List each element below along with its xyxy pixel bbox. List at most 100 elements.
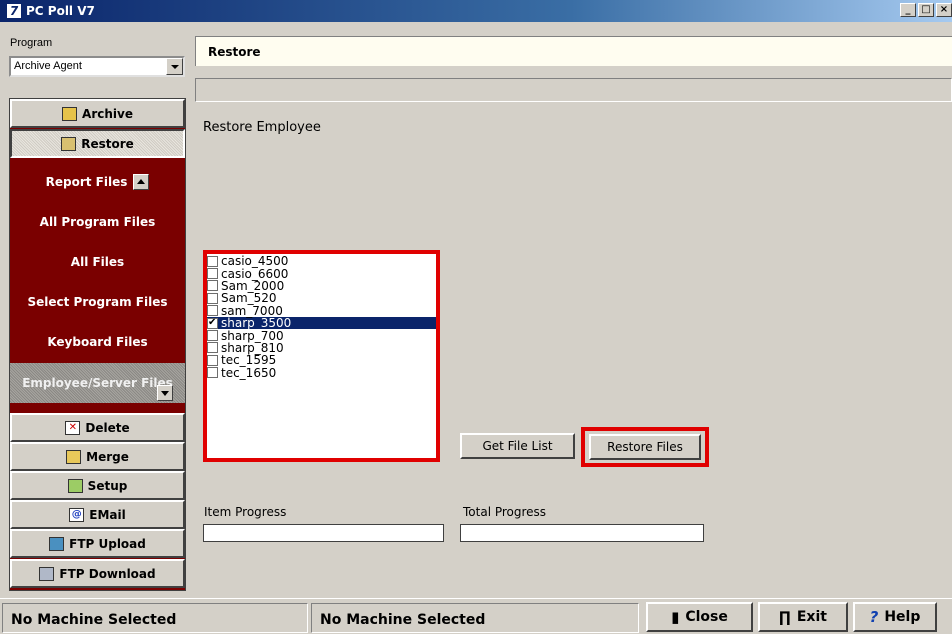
ftp-upload-button[interactable]: FTP Upload — [10, 529, 185, 558]
exit-icon: ∏ — [779, 608, 791, 626]
list-item[interactable]: sharp_3500 — [207, 316, 436, 331]
file-checkbox[interactable] — [207, 354, 218, 366]
all-files-item[interactable]: All Files — [10, 247, 185, 277]
email-button[interactable]: @ EMail — [10, 500, 185, 529]
file-checkbox[interactable] — [207, 268, 218, 280]
minimize-button[interactable]: _ — [900, 3, 916, 17]
delete-button[interactable]: ✕ Delete — [10, 413, 185, 442]
section-title: Restore Employee — [203, 120, 321, 135]
ftp-download-label: FTP Download — [59, 566, 156, 581]
merge-button[interactable]: Merge — [10, 442, 185, 471]
chevron-down-icon[interactable] — [166, 58, 183, 75]
list-item[interactable]: sam_7000 — [207, 305, 436, 317]
toolbar-bar — [195, 78, 952, 102]
ftp-upload-icon — [49, 536, 65, 551]
program-label: Program — [10, 37, 53, 49]
maximize-button[interactable]: □ — [918, 3, 934, 17]
delete-label: Delete — [85, 420, 130, 435]
keyboard-files-item[interactable]: Keyboard Files — [10, 327, 185, 357]
restore-files-label: Restore Files — [607, 440, 683, 454]
program-select[interactable]: Archive Agent — [9, 56, 185, 77]
help-button[interactable]: ? Help — [853, 602, 937, 632]
total-progress-label: Total Progress — [463, 505, 547, 519]
close-button[interactable]: ▮ Close — [646, 602, 753, 632]
list-item[interactable]: sharp_810 — [207, 342, 436, 354]
window-controls: _ □ × — [898, 3, 952, 17]
folder-icon — [66, 449, 82, 464]
close-label: Close — [685, 609, 728, 625]
employee-server-files-item[interactable]: Employee/Server Files — [10, 363, 185, 403]
ftp-upload-label: FTP Upload — [69, 536, 146, 551]
item-progress-bar — [203, 524, 444, 542]
restore-files-button[interactable]: Restore Files — [589, 434, 701, 460]
at-sign-icon: @ — [69, 507, 85, 522]
keyboard-files-label: Keyboard Files — [47, 335, 148, 349]
file-checkbox[interactable] — [207, 255, 218, 267]
file-name: Sam_2000 — [221, 278, 285, 293]
page-title: Restore — [195, 36, 952, 66]
file-checkbox[interactable] — [207, 292, 218, 304]
all-files-label: All Files — [70, 255, 125, 269]
archive-button[interactable]: Archive — [10, 99, 185, 128]
file-checkbox[interactable] — [207, 342, 218, 354]
file-name: sam_7000 — [221, 303, 283, 318]
status-bar: No Machine Selected No Machine Selected … — [0, 598, 952, 634]
help-icon: ? — [869, 608, 879, 626]
list-item[interactable]: casio_6600 — [207, 266, 436, 281]
email-label: EMail — [89, 507, 126, 522]
all-program-files-item[interactable]: All Program Files — [10, 207, 185, 237]
archive-icon — [62, 106, 78, 121]
scroll-down-icon[interactable] — [157, 385, 173, 401]
list-item[interactable]: tec_1595 — [207, 354, 436, 366]
title-bar: 7 PC Poll V7 _ □ × — [0, 0, 952, 22]
item-progress-label: Item Progress — [204, 505, 287, 519]
report-files-label: Report Files — [45, 175, 128, 189]
setup-label: Setup — [87, 478, 128, 493]
app-icon: 7 — [6, 3, 22, 19]
list-item[interactable]: casio_4500 — [207, 255, 436, 267]
ftp-download-button[interactable]: FTP Download — [10, 559, 185, 588]
file-checkbox[interactable] — [207, 367, 218, 379]
window-title: PC Poll V7 — [26, 4, 95, 18]
file-checkbox[interactable] — [207, 280, 218, 292]
file-name: tec_1595 — [221, 353, 277, 368]
nav-panel: Archive Restore Report Files All Program… — [9, 98, 186, 591]
restore-icon — [61, 136, 77, 151]
exit-button[interactable]: ∏ Exit — [758, 602, 848, 632]
file-name: sharp_700 — [221, 328, 284, 343]
archive-label: Archive — [82, 106, 133, 121]
file-name: sharp_3500 — [221, 316, 292, 331]
report-files-item[interactable]: Report Files — [10, 167, 185, 197]
all-program-files-label: All Program Files — [39, 215, 156, 229]
program-select-value: Archive Agent — [14, 60, 82, 72]
file-name: casio_4500 — [221, 254, 289, 269]
list-item[interactable]: sharp_700 — [207, 328, 436, 343]
select-program-files-item[interactable]: Select Program Files — [10, 287, 185, 317]
file-name: tec_1650 — [221, 365, 277, 380]
status-middle: No Machine Selected — [311, 603, 639, 633]
employee-server-files-label: Employee/Server Files — [22, 376, 173, 390]
file-name: casio_6600 — [221, 266, 289, 281]
get-file-list-button[interactable]: Get File List — [460, 433, 575, 459]
setup-button[interactable]: Setup — [10, 471, 185, 500]
file-checkbox[interactable] — [207, 305, 218, 317]
file-checkbox[interactable] — [207, 317, 218, 329]
list-item[interactable]: tec_1650 — [207, 367, 436, 379]
total-progress-bar — [460, 524, 704, 542]
file-listbox[interactable]: casio_4500 casio_6600 Sam_2000 Sam_520 sam_7… — [203, 250, 440, 462]
setup-icon — [67, 478, 83, 493]
help-label: Help — [884, 609, 921, 625]
merge-label: Merge — [86, 449, 129, 464]
delete-icon: ✕ — [65, 420, 81, 435]
status-left: No Machine Selected — [2, 603, 308, 633]
get-file-list-label: Get File List — [482, 439, 553, 453]
restore-button[interactable]: Restore — [10, 129, 185, 158]
file-checkbox[interactable] — [207, 330, 218, 342]
file-name: Sam_520 — [221, 291, 277, 306]
close-window-button[interactable]: × — [936, 3, 952, 17]
list-item[interactable]: Sam_520 — [207, 292, 436, 304]
list-item[interactable]: Sam_2000 — [207, 280, 436, 292]
exit-label: Exit — [796, 609, 827, 625]
close-door-icon: ▮ — [671, 608, 680, 626]
scroll-up-icon[interactable] — [133, 174, 150, 190]
